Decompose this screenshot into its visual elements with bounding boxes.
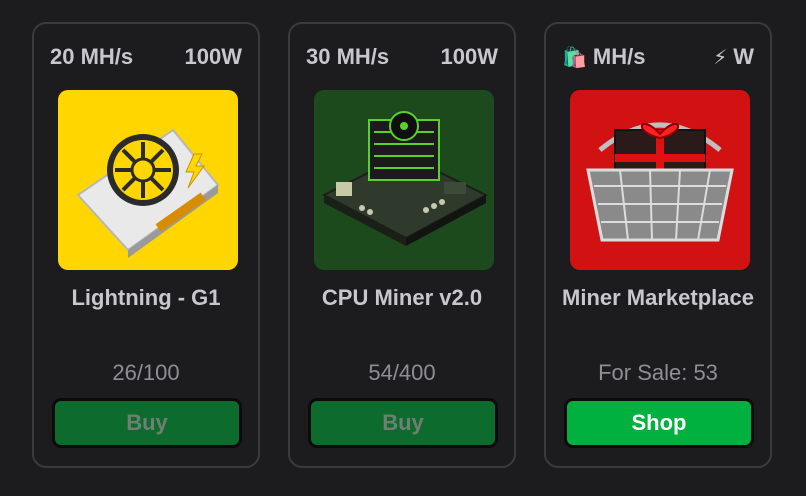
gpu-card-icon — [58, 90, 238, 270]
power-label: 100W — [184, 44, 242, 69]
buy-button[interactable]: Buy — [308, 398, 498, 448]
power-label: ⚡ W — [713, 44, 754, 70]
product-name: CPU Miner v2.0 — [321, 285, 483, 310]
product-name: Miner Marketplace — [562, 285, 754, 310]
shop-button[interactable]: Shop — [564, 398, 754, 448]
hashrate-label: 🛍️ MH/s — [562, 44, 645, 70]
stock-count: 26/100 — [112, 360, 180, 385]
stock-count: 54/400 — [368, 360, 436, 385]
hashrate-label: 30 MH/s — [306, 44, 390, 69]
for-sale-count: For Sale: 53 — [598, 360, 718, 385]
gift-basket-icon — [570, 90, 750, 270]
cpu-board-icon — [314, 90, 494, 270]
power-unit: W — [733, 44, 754, 69]
miner-marketplace-card: 🛍️ MH/s ⚡ W Miner Marketplace For Sale: … — [544, 22, 772, 468]
hashrate-unit: MH/s — [592, 44, 646, 69]
product-name: Lightning - G1 — [71, 285, 221, 310]
lightning-bolt-icon: ⚡ — [713, 46, 728, 69]
power-label: 100W — [440, 44, 498, 69]
hashrate-label: 20 MH/s — [50, 44, 134, 69]
shopping-bag-icon: 🛍️ — [562, 46, 587, 69]
miner-card-lightning-g1: 20 MH/s 100W Lightning - G1 26/100 Buy — [32, 22, 260, 468]
miner-card-cpu-miner: 30 MH/s 100W CPU Miner v2.0 54/400 Buy — [288, 22, 516, 468]
buy-button[interactable]: Buy — [52, 398, 242, 448]
